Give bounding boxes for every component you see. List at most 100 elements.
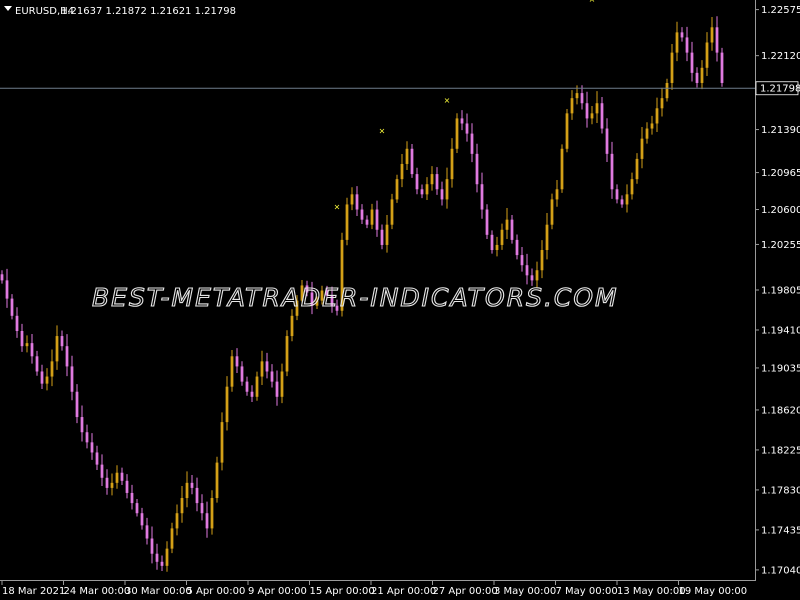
candle-body [110,482,114,488]
chart-canvas[interactable]: × × × × BEST-METATRADER-INDICATORS.COM 1.22… [0,0,800,600]
candle-body [150,538,154,554]
candle-body [520,255,524,266]
signal-marker: × [379,127,386,136]
candle-body [130,492,134,504]
candle-body [615,189,619,200]
candle-body [645,128,649,139]
candle-body [155,553,159,562]
candle-body [75,391,79,418]
candle-body [85,432,89,443]
candle-body [440,189,444,200]
candle-body [595,103,599,114]
candle-body [395,179,399,200]
candle-body [640,138,644,159]
candle-body [455,118,459,149]
candle-body [275,381,279,397]
candle[interactable] [565,109,569,153]
candle-body [15,315,19,331]
candle-body [610,153,614,190]
candle-body [535,270,539,281]
candle-body [425,184,429,195]
candle-body [650,123,654,129]
candle[interactable] [345,197,349,246]
ohlc-values: 1.21637 1.21872 1.21621 1.21798 [61,6,236,17]
candle-body [490,234,494,251]
candle-body [665,82,669,99]
x-tick-label: 19 May 00:00 [679,586,748,597]
price-chart[interactable]: × × × × BEST-METATRADER-INDICATORS.COM 1.22… [0,0,800,600]
candle-body [525,265,529,276]
candle[interactable] [285,330,289,377]
candle-body [190,482,194,488]
candle[interactable] [560,144,564,193]
candle-body [255,376,259,397]
candle[interactable] [410,144,414,178]
y-tick-label: 1.18620 [761,405,800,416]
candle-body [550,199,554,225]
candle-body [360,209,364,220]
x-tick-label: 30 Mar 00:00 [125,586,192,597]
candle-body [405,148,409,164]
candle-body [195,487,199,504]
y-tick-label: 1.19410 [761,325,800,336]
candle-body [225,386,229,423]
candle-body [20,330,24,347]
y-tick-label: 1.22120 [761,51,800,62]
candle-body [465,123,469,134]
candle-body [40,371,44,384]
candle-body [270,371,274,382]
candle-body [470,133,474,154]
x-tick-label: 5 Apr 00:00 [187,586,246,597]
candle-body [105,477,109,488]
candle-body [230,356,234,387]
price-tag: 1.21798 [755,81,800,96]
candle[interactable] [215,456,219,503]
candle-body [485,209,489,235]
candle-body [495,244,499,251]
candle-body [400,163,404,180]
y-tick-label: 1.19805 [761,286,800,297]
candle-body [180,498,184,514]
candle-body [145,525,149,539]
candle-body [705,42,709,68]
y-tick-label: 1.20965 [761,168,800,179]
candle-body [65,346,69,367]
candle-body [515,239,519,256]
y-tick-label: 1.19035 [761,363,800,374]
candle-body [555,189,559,200]
y-tick-label: 1.21390 [761,125,800,136]
candle[interactable] [455,113,459,153]
candle-body [30,343,34,357]
candle-body [115,472,119,483]
candle-body [50,361,54,377]
candle-body [570,98,574,114]
candle-body [460,118,464,124]
candle-body [200,503,204,514]
candle-body [290,315,294,337]
candle-body [450,148,454,180]
x-tick-label: 18 Mar 2021 [2,586,65,597]
y-tick-label: 1.20255 [761,240,800,251]
candle-body [220,422,224,463]
candle-body [585,103,589,119]
x-tick-label: 21 Apr 00:00 [371,586,436,597]
candle-body [240,366,244,382]
candle-body [135,503,139,514]
candle-body [70,366,74,392]
candle-body [680,32,684,38]
candle-body [475,153,479,185]
candle-body [250,391,254,397]
candle-body [540,250,544,271]
candle-body [370,209,374,225]
candle-body [600,103,604,129]
candle-body [505,219,509,230]
y-tick-label: 1.17040 [761,565,800,576]
candle[interactable] [720,47,724,87]
candle-body [120,472,124,481]
candle-body [560,148,564,190]
candle-body [265,361,269,372]
candle-body [430,174,434,185]
candle-body [480,184,484,210]
candle-body [140,513,144,526]
candle-body [355,194,359,210]
